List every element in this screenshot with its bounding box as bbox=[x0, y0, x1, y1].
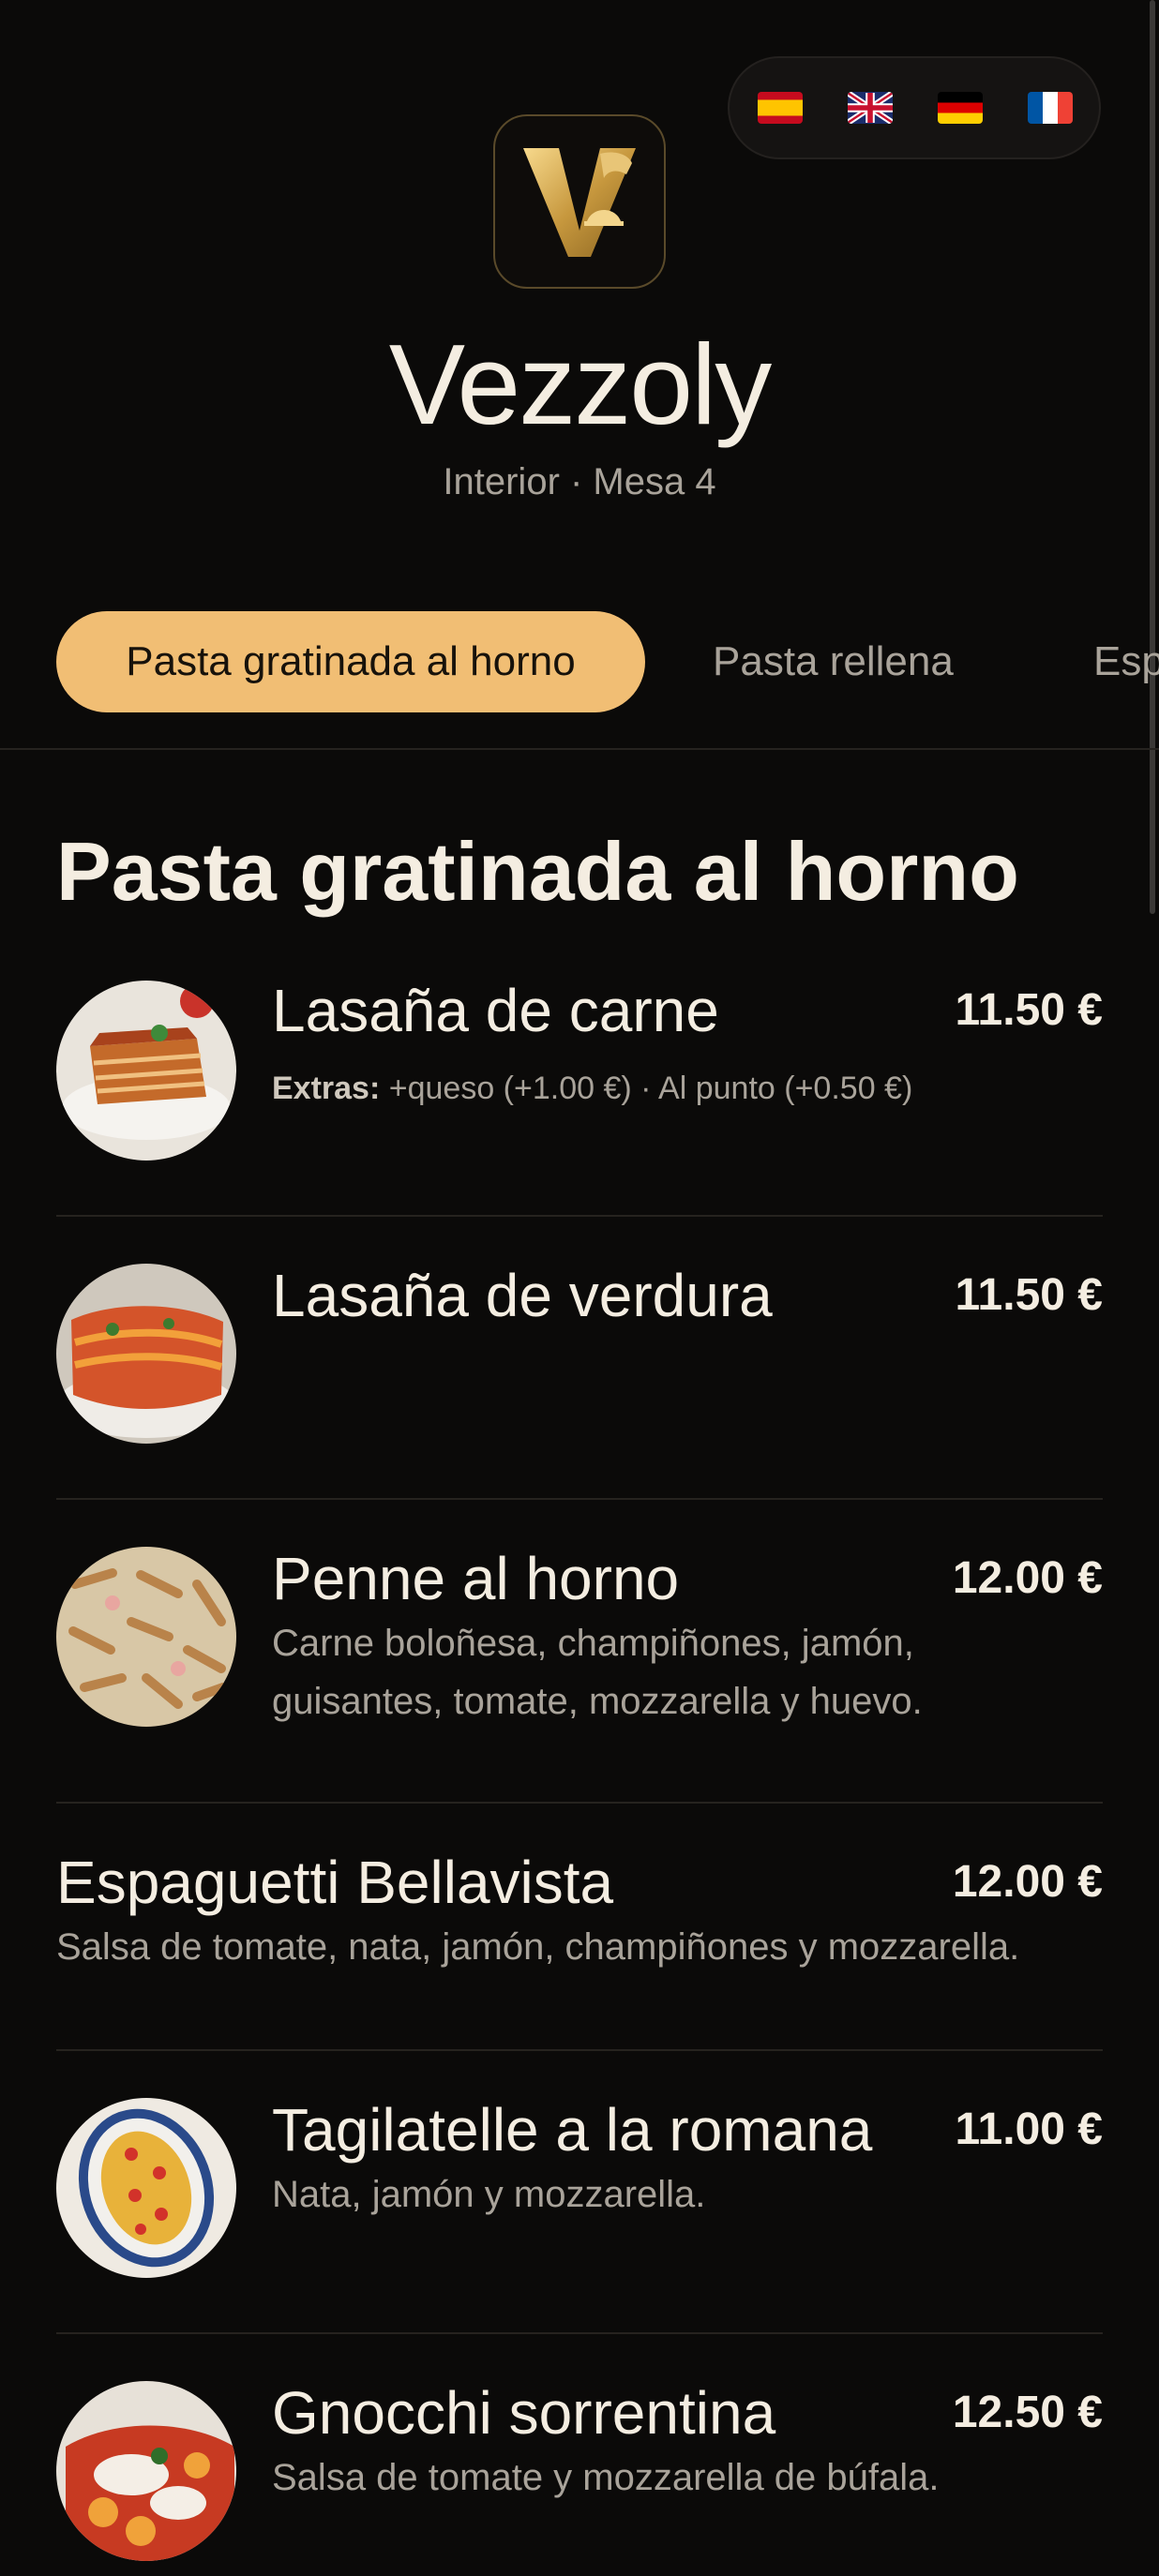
language-selector bbox=[728, 56, 1101, 159]
item-divider bbox=[56, 1498, 1103, 1500]
tab-pasta-gratinada[interactable]: Pasta gratinada al horno bbox=[56, 611, 645, 712]
dish-name: Lasaña de carne bbox=[272, 977, 719, 1044]
dish-price: 11.50 € bbox=[955, 1270, 1104, 1320]
menu-item[interactable]: Gnocchi sorrentina 12.50 € Salsa de toma… bbox=[56, 2377, 1103, 2576]
lasagna-vegetable-photo bbox=[56, 1264, 236, 1444]
dish-description: Nata, jamón y mozzarella. bbox=[272, 2174, 706, 2215]
dish-price: 12.50 € bbox=[952, 2388, 1103, 2437]
item-divider bbox=[56, 2332, 1103, 2334]
menu-item[interactable]: Penne al horno 12.00 € Carne boloñesa, c… bbox=[56, 1543, 1103, 1787]
dish-description: Salsa de tomate y mozzarella de búfala. bbox=[272, 2457, 940, 2498]
tab-pasta-rellena[interactable]: Pasta rellena bbox=[713, 611, 954, 712]
menu-item[interactable]: Espaguetti Bellavista 12.00 € Salsa de t… bbox=[56, 1847, 1103, 1997]
dish-name: Espaguetti Bellavista bbox=[56, 1849, 614, 1916]
tabs-divider bbox=[0, 748, 1159, 750]
dish-description: Carne boloñesa, champiñones, jamón, guis… bbox=[272, 1623, 923, 1722]
dish-extras: Extras: +queso (+1.00 €) · Al punto (+0.… bbox=[272, 1065, 912, 1112]
spain-flag-icon[interactable] bbox=[758, 92, 803, 124]
page-scrollbar[interactable] bbox=[1150, 0, 1155, 914]
dish-price: 11.00 € bbox=[955, 2104, 1104, 2154]
menu-item[interactable]: Lasaña de carne 11.50 € Extras: +queso (… bbox=[56, 975, 1103, 1181]
menu-item[interactable]: Tagilatelle a la romana 11.00 € Nata, ja… bbox=[56, 2094, 1103, 2300]
dish-price: 11.50 € bbox=[955, 985, 1104, 1035]
item-divider bbox=[56, 1215, 1103, 1217]
item-divider bbox=[56, 2049, 1103, 2051]
section-title: Pasta gratinada al horno bbox=[56, 825, 1019, 918]
category-tabs: Pasta gratinada al horno Pasta rellena E… bbox=[0, 611, 1159, 712]
dish-name: Gnocchi sorrentina bbox=[272, 2379, 776, 2447]
dish-name: Lasaña de verdura bbox=[272, 1262, 773, 1329]
tagliatelle-photo bbox=[56, 2098, 236, 2278]
restaurant-name: Vezzoly bbox=[388, 321, 772, 448]
table-location: Interior · Mesa 4 bbox=[443, 461, 716, 502]
dish-price: 12.00 € bbox=[952, 1553, 1103, 1603]
dish-price: 12.00 € bbox=[952, 1857, 1103, 1907]
dish-name: Tagilatelle a la romana bbox=[272, 2096, 873, 2164]
menu-item[interactable]: Lasaña de verdura 11.50 € bbox=[56, 1260, 1103, 1466]
item-divider bbox=[56, 1802, 1103, 1804]
vezzoly-logo bbox=[493, 114, 666, 289]
dish-description: Salsa de tomate, nata, jamón, champiñone… bbox=[56, 1926, 1020, 1968]
extras-options: +queso (+1.00 €) · Al punto (+0.50 €) bbox=[388, 1071, 913, 1106]
dish-name: Penne al horno bbox=[272, 1545, 680, 1612]
gnocchi-photo bbox=[56, 2381, 236, 2561]
tab-espaguetti[interactable]: Esp bbox=[1093, 611, 1159, 712]
extras-label: Extras: bbox=[272, 1071, 381, 1106]
uk-flag-icon[interactable] bbox=[848, 92, 893, 124]
penne-photo bbox=[56, 1547, 236, 1727]
france-flag-icon[interactable] bbox=[1028, 92, 1073, 124]
germany-flag-icon[interactable] bbox=[938, 92, 983, 124]
lasagna-meat-photo bbox=[56, 981, 236, 1161]
